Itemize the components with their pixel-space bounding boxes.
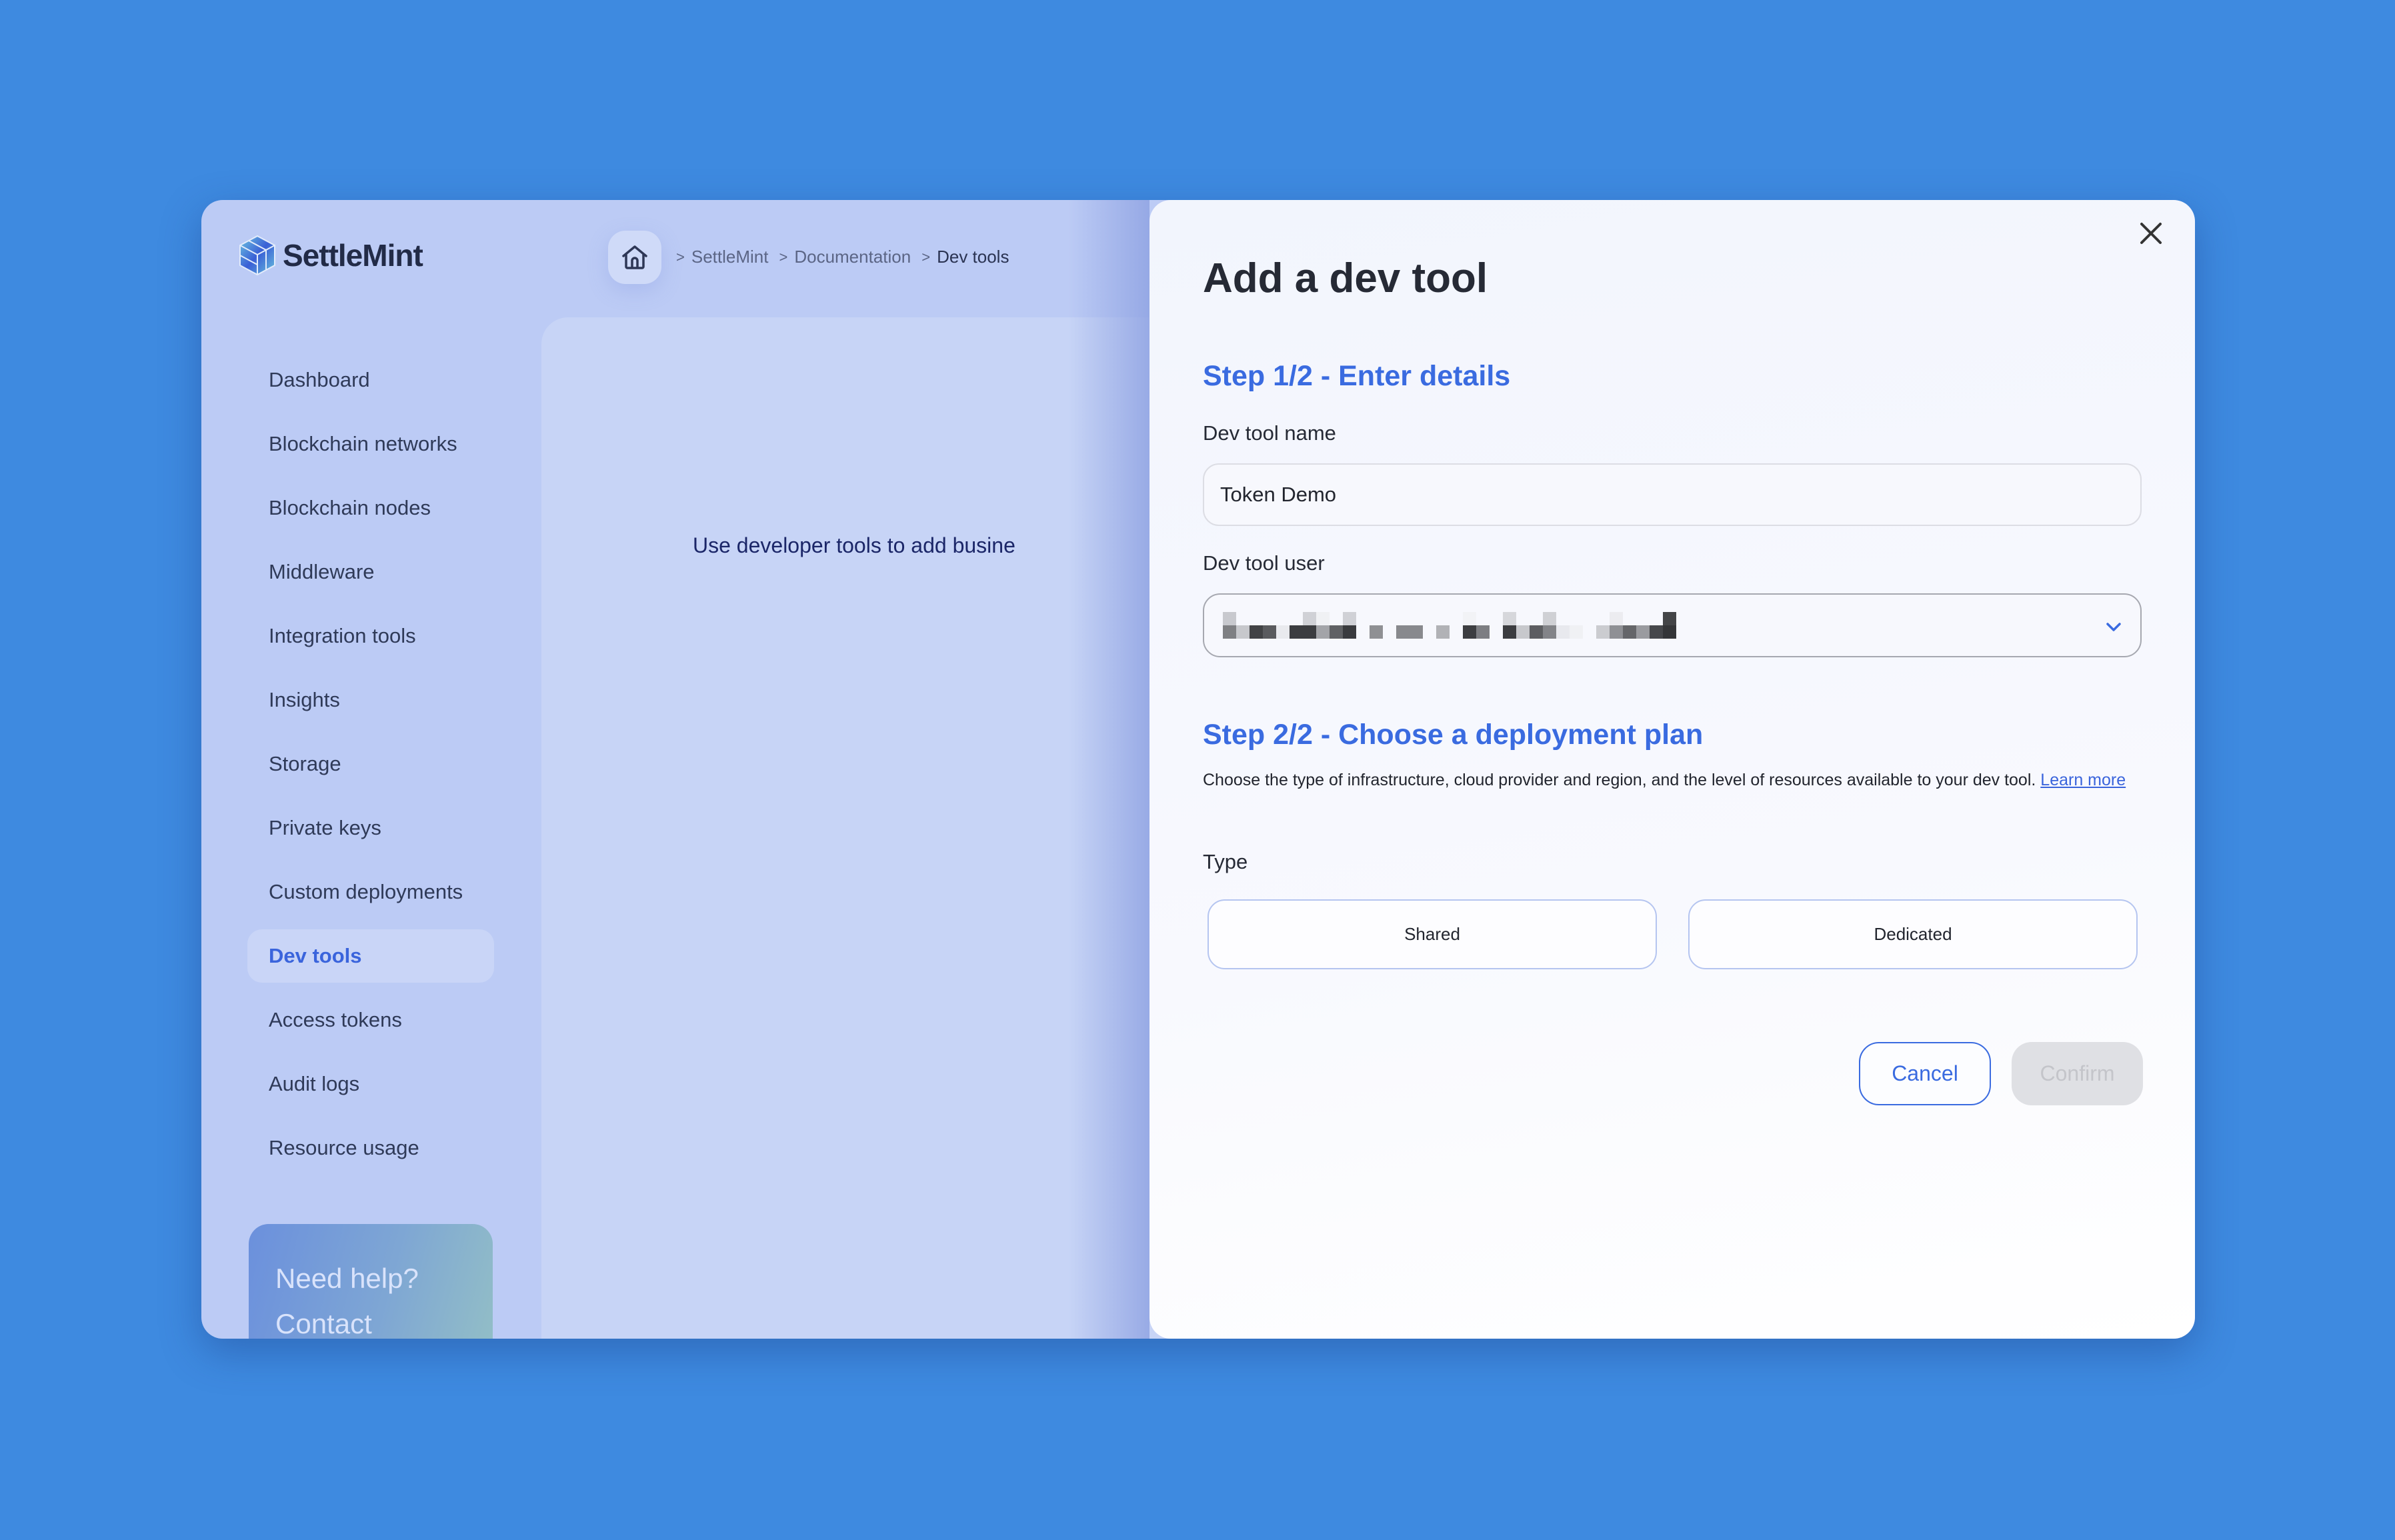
type-option-shared[interactable]: Shared — [1208, 899, 1657, 969]
brand-name: SettleMint — [283, 238, 423, 273]
step1-heading: Step 1/2 - Enter details — [1203, 360, 1511, 392]
sidebar-item-resource-usage[interactable]: Resource usage — [247, 1121, 494, 1175]
redacted-user-value — [1223, 612, 1683, 640]
sidebar-item-custom-deployments[interactable]: Custom deployments — [247, 865, 494, 919]
step2-description: Choose the type of infrastructure, cloud… — [1203, 767, 2143, 793]
dev-tool-name-input[interactable] — [1203, 463, 2142, 526]
sidebar-item-blockchain-networks[interactable]: Blockchain networks — [247, 417, 494, 471]
breadcrumb-settlemint[interactable]: SettleMint — [691, 247, 769, 267]
breadcrumb-separator: > — [676, 248, 685, 265]
sidebar-item-private-keys[interactable]: Private keys — [247, 801, 494, 855]
sidebar-item-access-tokens[interactable]: Access tokens — [247, 993, 494, 1047]
sidebar-item-insights[interactable]: Insights — [247, 673, 494, 727]
help-card[interactable]: Need help? Contact — [249, 1224, 493, 1339]
type-label: Type — [1203, 850, 1248, 873]
home-button[interactable] — [608, 231, 661, 284]
breadcrumb-documentation[interactable]: Documentation — [794, 247, 911, 267]
sidebar-item-storage[interactable]: Storage — [247, 737, 494, 791]
breadcrumb-separator: > — [779, 248, 788, 265]
help-card-title: Need help? — [275, 1263, 419, 1294]
step2-heading: Step 2/2 - Choose a deployment plan — [1203, 719, 1704, 751]
sidebar-item-dev-tools[interactable]: Dev tools — [247, 929, 494, 983]
modal-backdrop-shade — [1068, 200, 1149, 1339]
learn-more-link[interactable]: Learn more — [2040, 771, 2126, 789]
brand-logo[interactable]: SettleMint — [239, 235, 423, 276]
home-icon — [622, 245, 647, 269]
help-card-contact[interactable]: Contact — [275, 1301, 466, 1339]
sidebar-item-integration-tools[interactable]: Integration tools — [247, 609, 494, 663]
breadcrumb-dev-tools: Dev tools — [937, 247, 1009, 267]
breadcrumb: > SettleMint > Documentation > Dev tools — [673, 247, 1017, 267]
cancel-button[interactable]: Cancel — [1859, 1042, 1991, 1105]
breadcrumb-separator: > — [921, 248, 931, 265]
close-icon[interactable] — [2136, 219, 2166, 248]
sidebar-item-middleware[interactable]: Middleware — [247, 545, 494, 599]
dev-tool-user-select[interactable] — [1203, 593, 2142, 657]
sidebar-item-dashboard[interactable]: Dashboard — [247, 353, 494, 407]
step2-description-text: Choose the type of infrastructure, cloud… — [1203, 771, 2036, 789]
settlemint-cube-icon — [239, 235, 275, 276]
dev-tool-name-label: Dev tool name — [1203, 421, 1336, 445]
add-dev-tool-modal: Add a dev tool Step 1/2 - Enter details … — [1149, 200, 2195, 1339]
sidebar-item-audit-logs[interactable]: Audit logs — [247, 1057, 494, 1111]
sidebar-nav: Dashboard Blockchain networks Blockchain… — [247, 353, 494, 1185]
sidebar-item-blockchain-nodes[interactable]: Blockchain nodes — [247, 481, 494, 535]
type-option-dedicated[interactable]: Dedicated — [1688, 899, 2138, 969]
confirm-button[interactable]: Confirm — [2012, 1042, 2143, 1105]
dev-tool-user-label: Dev tool user — [1203, 551, 1325, 575]
app-window: SettleMint Dashboard Blockchain networks… — [201, 200, 2195, 1339]
modal-title: Add a dev tool — [1203, 255, 1488, 301]
chevron-down-icon — [2106, 623, 2121, 631]
